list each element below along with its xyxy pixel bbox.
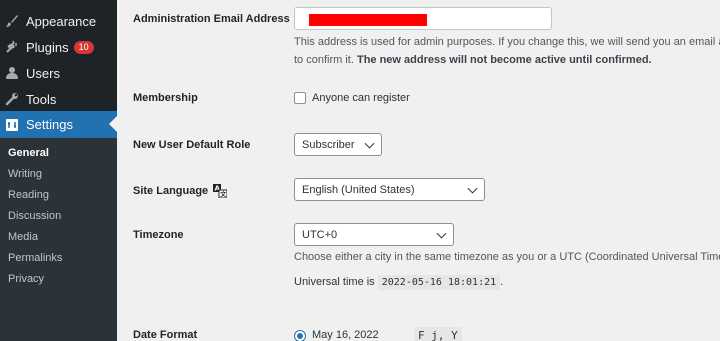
settings-form: Administration Email Address This addres… (117, 0, 720, 341)
anyone-can-register-label[interactable]: Anyone can register (312, 92, 410, 104)
site-language-label-row: Site Language A文 (133, 184, 228, 199)
submenu-item-media[interactable]: Media (8, 231, 38, 243)
submenu-item-privacy[interactable]: Privacy (8, 273, 44, 285)
admin-email-label: Administration Email Address (133, 13, 290, 25)
sidebar-item-label: Appearance (26, 13, 97, 29)
default-role-select[interactable]: Subscriber (294, 133, 382, 156)
universal-time-row: Universal time is 2022-05-16 18:01:21. (294, 275, 504, 290)
admin-email-desc-bold: The new address will not become active u… (356, 54, 652, 66)
submenu-item-reading[interactable]: Reading (8, 189, 49, 201)
universal-time-suffix: . (500, 276, 504, 288)
chevron-down-icon (436, 228, 447, 239)
wrench-icon (5, 92, 19, 106)
anyone-can-register-checkbox[interactable] (294, 92, 306, 104)
sidebar-item-label: Tools (26, 91, 57, 107)
default-role-label: New User Default Role (133, 139, 251, 151)
sidebar-item-label: Users (26, 65, 60, 81)
timezone-select[interactable]: UTC+0 (294, 223, 454, 246)
chevron-down-icon (467, 183, 478, 194)
universal-time-value: 2022-05-16 18:01:21 (377, 275, 501, 290)
redacted-email-overlay (309, 14, 427, 26)
sidebar-item-users[interactable]: Users (0, 60, 117, 86)
submenu-item-general[interactable]: General (8, 147, 49, 159)
sidebar-item-tools[interactable]: Tools (0, 86, 117, 112)
settings-submenu: General Writing Reading Discussion Media… (0, 138, 117, 341)
sidebar-item-label: Settings (26, 117, 73, 132)
date-format-radio[interactable] (294, 330, 306, 341)
plugin-icon (5, 40, 19, 54)
update-count-badge: 10 (73, 40, 94, 54)
timezone-description: Choose either a city in the same timezon… (294, 251, 720, 263)
site-language-label: Site Language (133, 185, 209, 197)
svg-text:文: 文 (219, 191, 227, 199)
submenu-item-writing[interactable]: Writing (8, 168, 42, 180)
admin-email-input[interactable] (294, 7, 552, 30)
default-role-value: Subscriber (302, 138, 355, 151)
universal-time-prefix: Universal time is (294, 276, 375, 288)
sidebar-item-settings[interactable]: Settings (0, 111, 117, 138)
paintbrush-icon (5, 14, 19, 28)
submenu-item-discussion[interactable]: Discussion (8, 210, 61, 222)
sidebar-item-plugins[interactable]: Plugins 10 (0, 34, 117, 60)
chevron-down-icon (364, 138, 375, 149)
site-language-select[interactable]: English (United States) (294, 178, 485, 201)
sidebar-item-label: Plugins (26, 39, 69, 55)
timezone-value: UTC+0 (302, 228, 338, 241)
date-format-option-label[interactable]: May 16, 2022 (312, 329, 379, 341)
timezone-label: Timezone (133, 229, 184, 241)
translation-icon: A文 (213, 184, 228, 199)
admin-email-desc-line2: to confirm it. (294, 54, 354, 66)
admin-sidebar: Appearance Plugins 10 Users Tools Settin… (0, 0, 117, 341)
submenu-item-permalinks[interactable]: Permalinks (8, 252, 62, 264)
date-format-option-code: F j, Y (414, 327, 462, 341)
site-language-value: English (United States) (302, 183, 415, 196)
membership-label: Membership (133, 92, 198, 104)
settings-icon (5, 118, 19, 132)
date-format-label: Date Format (133, 329, 198, 341)
admin-email-description: This address is used for admin purposes.… (294, 33, 720, 69)
sidebar-item-appearance[interactable]: Appearance (0, 8, 117, 34)
user-icon (5, 66, 19, 80)
admin-email-desc-line1: This address is used for admin purposes.… (294, 36, 720, 48)
